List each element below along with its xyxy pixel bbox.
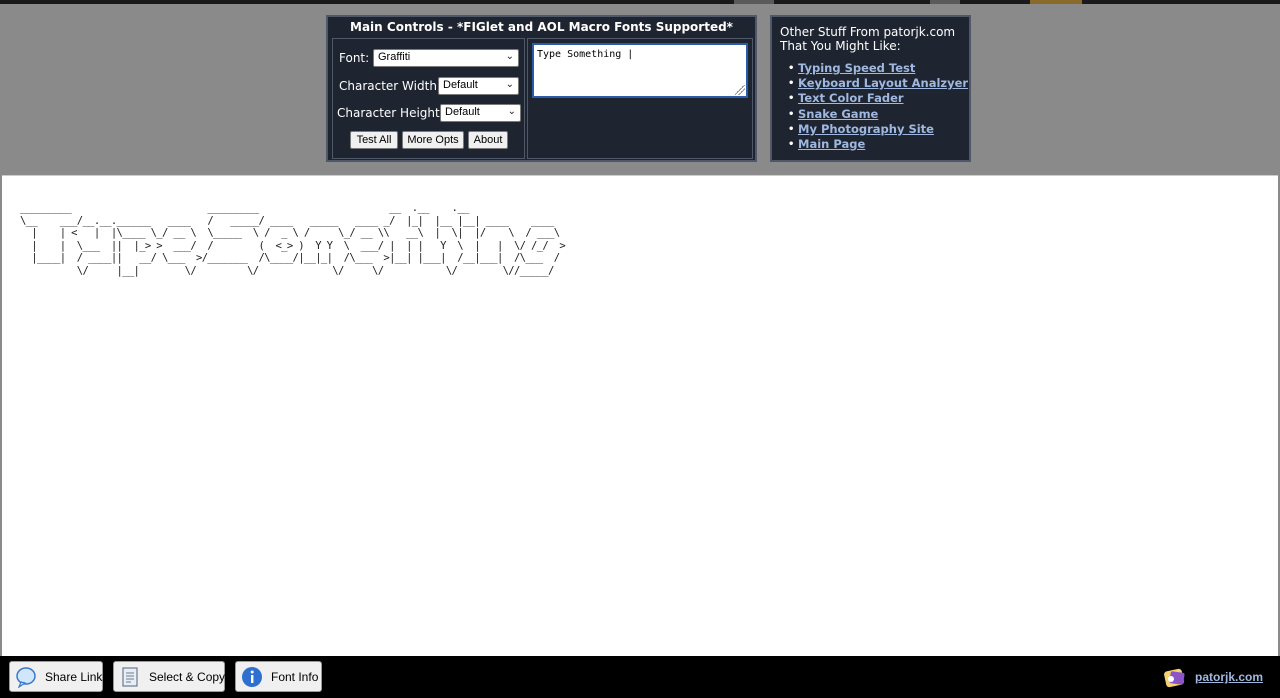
bottom-toolbar: Share Link Select & Copy Font Info pator… xyxy=(0,656,1280,698)
char-width-select[interactable]: Default ⌄ xyxy=(438,77,519,95)
other-stuff-intro: Other Stuff From patorjk.com That You Mi… xyxy=(780,25,965,53)
link-keyboard-layout-analyzer[interactable]: Keyboard Layout Analzyer xyxy=(798,76,968,90)
share-link-label: Share Link xyxy=(45,670,103,684)
ascii-art-output: _________ _________ __ .__ .__ \__ ___/_… xyxy=(20,202,566,277)
intro-line-1: Other Stuff From patorjk.com xyxy=(780,25,956,39)
other-stuff-links: Typing Speed Test Keyboard Layout Analzy… xyxy=(788,61,968,152)
font-info-label: Font Info xyxy=(271,670,319,684)
test-all-button[interactable]: Test All xyxy=(350,131,398,149)
select-copy-label: Select & Copy xyxy=(149,670,226,684)
list-item: Snake Game xyxy=(788,107,968,122)
share-link-button[interactable]: Share Link xyxy=(9,661,103,692)
brand-link[interactable]: patorjk.com xyxy=(1195,670,1263,684)
main-controls-title: Main Controls - *FIGlet and AOL Macro Fo… xyxy=(350,20,733,34)
speech-bubble-icon xyxy=(16,667,36,688)
controls-column: Font: Graffiti ⌄ Character Width: Defaul… xyxy=(332,38,525,159)
list-item: Text Color Fader xyxy=(788,91,968,106)
list-item: Main Page xyxy=(788,137,968,152)
link-main-page[interactable]: Main Page xyxy=(798,137,865,151)
header-decoration xyxy=(1030,0,1082,4)
chevron-down-icon: ⌄ xyxy=(505,79,514,90)
document-icon xyxy=(122,667,138,687)
more-opts-button[interactable]: More Opts xyxy=(402,131,464,149)
about-button[interactable]: About xyxy=(468,131,508,149)
chevron-down-icon: ⌄ xyxy=(507,106,516,117)
link-photography-site[interactable]: My Photography Site xyxy=(798,122,934,136)
text-input[interactable]: Type Something | xyxy=(532,43,748,98)
chevron-down-icon: ⌄ xyxy=(505,51,514,62)
link-text-color-fader[interactable]: Text Color Fader xyxy=(798,91,904,105)
char-height-label: Character Height: xyxy=(337,106,444,120)
header-decoration xyxy=(930,0,960,4)
main-controls-panel: Main Controls - *FIGlet and AOL Macro Fo… xyxy=(326,15,757,162)
char-height-value: Default xyxy=(445,106,480,118)
char-width-value: Default xyxy=(443,79,478,91)
intro-line-2: That You Might Like: xyxy=(780,39,901,53)
link-snake-game[interactable]: Snake Game xyxy=(798,107,878,121)
link-typing-speed-test[interactable]: Typing Speed Test xyxy=(798,61,915,75)
resize-grip-icon[interactable] xyxy=(735,85,745,95)
font-select[interactable]: Graffiti ⌄ xyxy=(373,49,519,67)
font-info-button[interactable]: Font Info xyxy=(235,661,322,692)
header-decoration xyxy=(734,0,774,4)
list-item: Keyboard Layout Analzyer xyxy=(788,76,968,91)
char-height-select[interactable]: Default ⌄ xyxy=(440,104,521,122)
list-item: My Photography Site xyxy=(788,122,968,137)
select-copy-button[interactable]: Select & Copy xyxy=(113,661,225,692)
font-select-value: Graffiti xyxy=(378,51,411,63)
top-strip xyxy=(0,0,1280,4)
list-item: Typing Speed Test xyxy=(788,61,968,76)
font-label: Font: xyxy=(339,51,370,65)
text-input-value: Type Something | xyxy=(537,49,634,60)
input-column: Type Something | xyxy=(527,38,753,159)
info-icon xyxy=(242,667,262,687)
brand-logo-icon xyxy=(1164,668,1185,688)
char-width-label: Character Width: xyxy=(339,79,441,93)
other-stuff-panel: Other Stuff From patorjk.com That You Mi… xyxy=(770,15,971,162)
ascii-output-area[interactable]: _________ _________ __ .__ .__ \__ ___/_… xyxy=(2,175,1278,656)
